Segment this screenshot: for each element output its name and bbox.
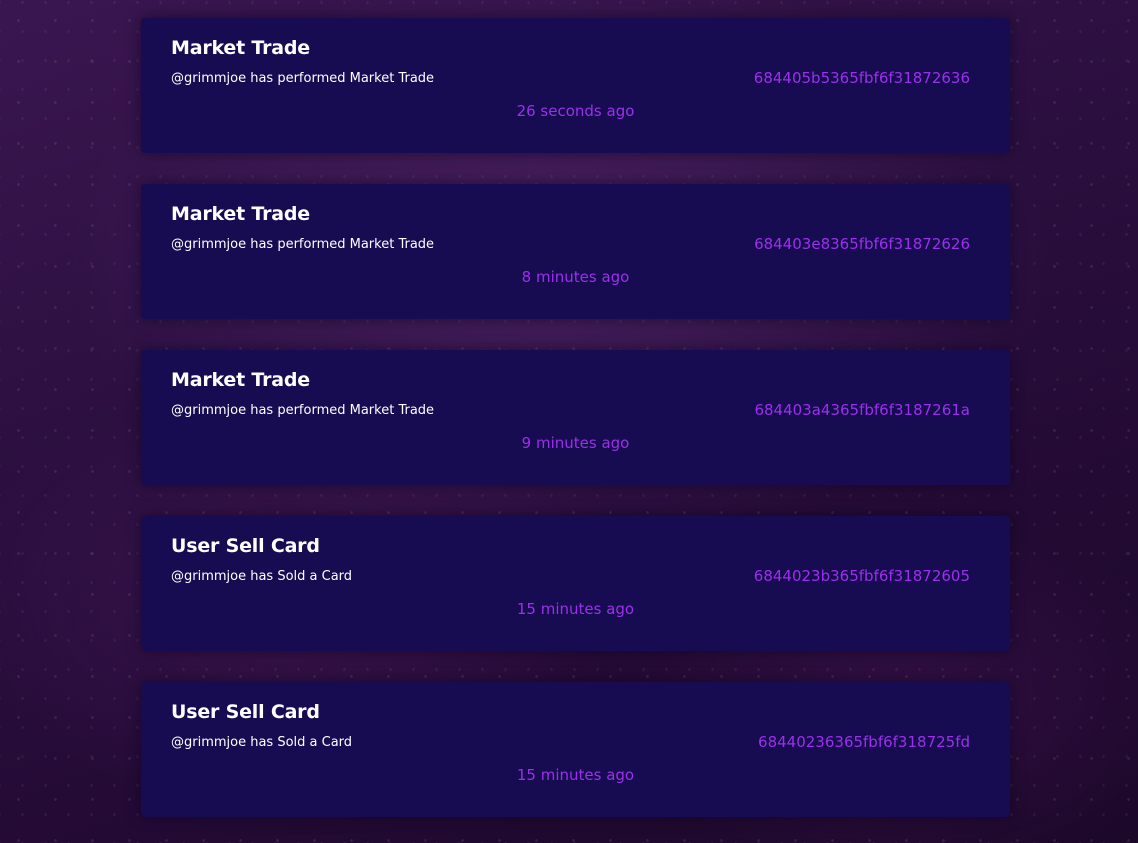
activity-timestamp: 9 minutes ago: [521, 434, 630, 452]
activity-description: @grimmjoe has performed Market Trade: [171, 71, 435, 86]
activity-card: Market Trade @grimmjoe has performed Mar…: [141, 184, 1010, 319]
transaction-hash-link[interactable]: 684405b5365fbf6f31872636: [754, 69, 970, 87]
transaction-hash-link[interactable]: 684403a4365fbf6f3187261a: [754, 401, 970, 419]
activity-card: User Sell Card @grimmjoe has Sold a Card…: [141, 682, 1010, 817]
activity-card: Market Trade @grimmjoe has performed Mar…: [141, 350, 1010, 485]
activity-description: @grimmjoe has performed Market Trade: [171, 237, 435, 252]
activity-card: Market Trade @grimmjoe has performed Mar…: [141, 18, 1010, 153]
activity-feed: Market Trade @grimmjoe has performed Mar…: [141, 18, 1010, 843]
activity-title: Market Trade: [171, 369, 310, 391]
activity-timestamp: 8 minutes ago: [521, 268, 630, 286]
activity-timestamp: 15 minutes ago: [516, 766, 635, 784]
activity-description: @grimmjoe has performed Market Trade: [171, 403, 435, 418]
transaction-hash-link[interactable]: 684403e8365fbf6f31872626: [754, 235, 970, 253]
activity-timestamp: 26 seconds ago: [516, 102, 635, 120]
activity-title: Market Trade: [171, 203, 310, 225]
transaction-hash-link[interactable]: 6844023b365fbf6f31872605: [754, 567, 970, 585]
activity-timestamp: 15 minutes ago: [516, 600, 635, 618]
activity-title: Market Trade: [171, 37, 310, 59]
transaction-hash-link[interactable]: 68440236365fbf6f318725fd: [758, 733, 970, 751]
activity-title: User Sell Card: [171, 535, 320, 557]
activity-title: User Sell Card: [171, 701, 320, 723]
activity-card: User Sell Card @grimmjoe has Sold a Card…: [141, 516, 1010, 651]
activity-description: @grimmjoe has Sold a Card: [171, 735, 353, 750]
activity-description: @grimmjoe has Sold a Card: [171, 569, 353, 584]
